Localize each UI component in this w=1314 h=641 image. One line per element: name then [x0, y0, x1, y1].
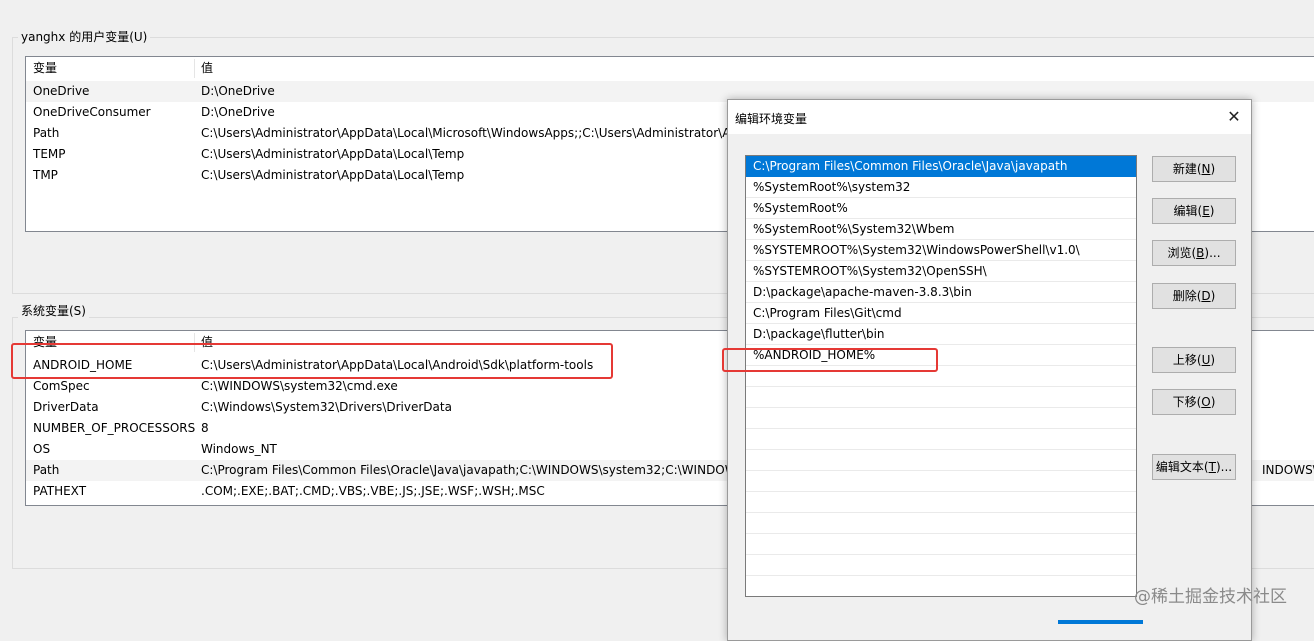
header-value[interactable]: 值	[201, 331, 213, 354]
path-empty-row[interactable]	[746, 576, 1136, 596]
variable-value: Windows_NT	[201, 442, 277, 456]
path-item[interactable]: %SYSTEMROOT%\System32\OpenSSH\	[746, 261, 1136, 282]
path-item[interactable]: %SystemRoot%\system32	[746, 177, 1136, 198]
variable-name: ComSpec	[33, 379, 90, 393]
dialog-titlebar[interactable]: 编辑环境变量 ✕	[728, 100, 1251, 134]
new-button[interactable]: 新建(N)	[1152, 156, 1236, 182]
edit-env-var-dialog: 编辑环境变量 ✕ C:\Program Files\Common Files\O…	[727, 99, 1252, 641]
path-empty-row[interactable]	[746, 366, 1136, 387]
variable-value: C:\Users\Administrator\AppData\Local\And…	[201, 358, 594, 372]
watermark: @稀土掘金技术社区	[1134, 587, 1287, 607]
variable-name: PATHEXT	[33, 484, 87, 498]
move-down-button[interactable]: 下移(O)	[1152, 389, 1236, 415]
header-separator[interactable]	[194, 59, 195, 78]
path-empty-row[interactable]	[746, 513, 1136, 534]
user-vars-legend: yanghx 的用户变量(U)	[18, 30, 151, 44]
header-variable[interactable]: 变量	[33, 57, 57, 80]
dialog-title: 编辑环境变量	[735, 112, 808, 126]
system-vars-legend: 系统变量(S)	[18, 304, 89, 318]
delete-button[interactable]: 删除(D)	[1152, 283, 1236, 309]
path-item[interactable]: D:\package\flutter\bin	[746, 324, 1136, 345]
path-item[interactable]: %SystemRoot%\System32\Wbem	[746, 219, 1136, 240]
path-item[interactable]: C:\Program Files\Git\cmd	[746, 303, 1136, 324]
close-icon[interactable]: ✕	[1219, 102, 1249, 132]
variable-name: Path	[33, 463, 60, 477]
variable-value: C:\Users\Administrator\AppData\Local\Tem…	[201, 147, 465, 161]
ok-button-edge[interactable]	[1058, 620, 1143, 624]
header-variable[interactable]: 变量	[33, 331, 57, 354]
move-up-button[interactable]: 上移(U)	[1152, 347, 1236, 373]
path-empty-row[interactable]	[746, 471, 1136, 492]
variable-value: C:\WINDOWS\system32\cmd.exe	[201, 379, 398, 393]
path-empty-row[interactable]	[746, 429, 1136, 450]
path-empty-row[interactable]	[746, 450, 1136, 471]
variable-name: OneDriveConsumer	[33, 105, 151, 119]
path-empty-row[interactable]	[746, 534, 1136, 555]
path-item[interactable]: %SYSTEMROOT%\System32\WindowsPowerShell\…	[746, 240, 1136, 261]
variable-name: Path	[33, 126, 60, 140]
path-item[interactable]: C:\Program Files\Common Files\Oracle\Jav…	[746, 156, 1136, 177]
variable-value: D:\OneDrive	[201, 84, 275, 98]
header-value[interactable]: 值	[201, 57, 213, 80]
path-list[interactable]: C:\Program Files\Common Files\Oracle\Jav…	[745, 155, 1137, 597]
variable-name: TEMP	[33, 147, 66, 161]
path-item[interactable]: %SystemRoot%	[746, 198, 1136, 219]
path-item[interactable]: D:\package\apache-maven-3.8.3\bin	[746, 282, 1136, 303]
user-vars-header: 变量 值	[26, 57, 1314, 80]
path-empty-row[interactable]	[746, 408, 1136, 429]
variable-value: D:\OneDrive	[201, 105, 275, 119]
path-empty-row[interactable]	[746, 387, 1136, 408]
variable-name: DriverData	[33, 400, 99, 414]
edit-button[interactable]: 编辑(E)	[1152, 198, 1236, 224]
header-separator[interactable]	[194, 333, 195, 352]
variable-value: 8	[201, 421, 209, 435]
variable-name: OneDrive	[33, 84, 90, 98]
variable-value: C:\Program Files\Common Files\Oracle\Jav…	[201, 463, 737, 477]
path-empty-row[interactable]	[746, 492, 1136, 513]
variable-value: C:\Users\Administrator\AppData\Local\Mic…	[201, 126, 731, 140]
edit-text-button[interactable]: 编辑文本(T)...	[1152, 454, 1236, 480]
variable-name: OS	[33, 442, 51, 456]
variable-name: NUMBER_OF_PROCESSORS	[33, 421, 196, 435]
variable-value: .COM;.EXE;.BAT;.CMD;.VBS;.VBE;.JS;.JSE;.…	[201, 484, 545, 498]
path-item[interactable]: %ANDROID_HOME%	[746, 345, 1136, 366]
variable-value: C:\Windows\System32\Drivers\DriverData	[201, 400, 452, 414]
variable-name: TMP	[33, 168, 58, 182]
browse-button[interactable]: 浏览(B)...	[1152, 240, 1236, 266]
variable-name: ANDROID_HOME	[33, 358, 133, 372]
variable-value: C:\Users\Administrator\AppData\Local\Tem…	[201, 168, 465, 182]
path-empty-row[interactable]	[746, 555, 1136, 576]
variable-value-overflow: INDOWS\S	[1262, 463, 1314, 477]
